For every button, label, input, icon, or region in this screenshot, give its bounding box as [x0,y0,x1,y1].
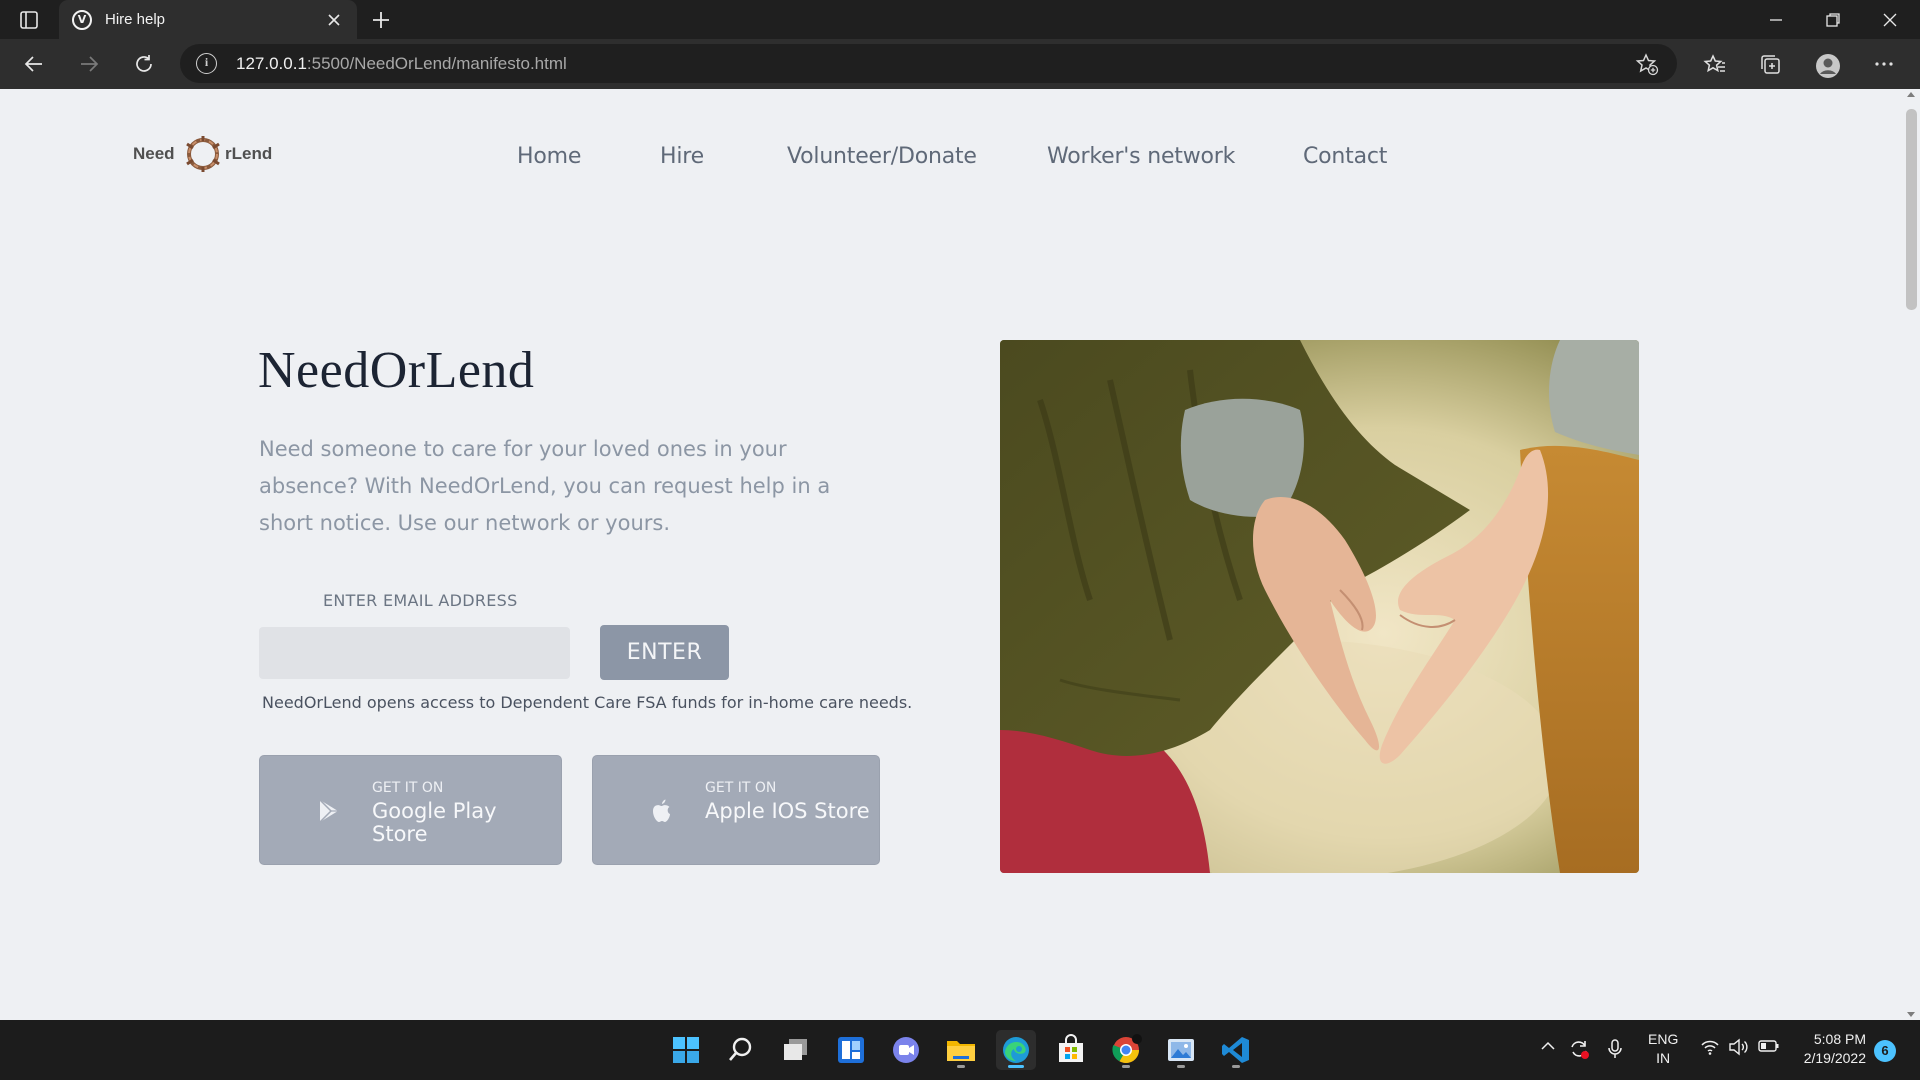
running-indicator [1008,1065,1024,1068]
add-favorite-icon[interactable] [1635,52,1659,81]
logo-text-need: Need [133,144,175,163]
sync-icon[interactable] [1568,1038,1590,1065]
store-small-text: GET IT ON [372,780,444,796]
teams-chat-icon[interactable] [886,1030,926,1070]
fsa-note: NeedOrLend opens access to Dependent Car… [262,693,913,712]
clock-time: 5:08 PM [1813,1031,1866,1047]
apple-icon [653,799,670,822]
running-indicator [1122,1065,1130,1068]
search-icon[interactable] [721,1030,761,1070]
chrome-icon[interactable] [1106,1030,1146,1070]
email-input[interactable] [259,627,570,679]
vscode-icon[interactable] [1216,1030,1256,1070]
new-tab-icon[interactable] [369,8,393,32]
page-viewport: Need rLend Home Hire Volunteer/Donate Wo… [0,89,1920,1020]
close-tab-icon[interactable] [323,9,345,31]
photos-app-icon[interactable] [1161,1030,1201,1070]
scroll-thumb[interactable] [1906,109,1917,310]
nav-hire[interactable]: Hire [660,144,704,169]
show-hidden-icons-icon[interactable] [1540,1038,1556,1059]
browser-toolbar: i 127.0.0.1:5500/NeedOrLend/manifesto.ht… [0,39,1920,89]
tab-actions-icon[interactable] [18,9,40,31]
task-view-icon[interactable] [776,1030,816,1070]
enter-button[interactable]: ENTER [600,625,729,680]
widgets-icon[interactable] [831,1030,871,1070]
play-icon [319,799,338,823]
scroll-up-arrow-icon[interactable] [1907,92,1915,97]
url-text: 127.0.0.1:5500/NeedOrLend/manifesto.html [236,54,567,73]
forward-icon [73,49,105,79]
browser-tab[interactable]: V Hire help [59,0,357,39]
more-options-icon[interactable] [1868,49,1900,79]
favorites-icon[interactable] [1698,49,1730,79]
running-indicator [1232,1065,1240,1068]
restore-icon[interactable] [1805,0,1861,39]
store-small-text: GET IT ON [705,780,777,796]
nav-home[interactable]: Home [517,144,581,169]
google-play-button[interactable]: GET IT ON Google Play Store [259,755,562,865]
address-bar[interactable]: i 127.0.0.1:5500/NeedOrLend/manifesto.ht… [180,44,1677,83]
region-code: IN [1656,1050,1671,1066]
hero-title: NeedOrLend [258,342,535,399]
browser-tab-bar: V Hire help [0,0,1920,39]
store-name: Google Play Store [372,799,497,846]
tab-favicon-icon: V [72,10,92,30]
tab-title: Hire help [105,11,166,28]
email-label: ENTER EMAIL ADDRESS [323,591,518,610]
microphone-icon[interactable] [1606,1038,1624,1065]
nav-contact[interactable]: Contact [1303,144,1387,169]
battery-icon[interactable] [1758,1038,1780,1059]
nav-workers-network[interactable]: Worker's network [1047,144,1235,169]
back-icon[interactable] [18,49,50,79]
nav-volunteer-donate[interactable]: Volunteer/Donate [787,144,977,169]
notification-count-badge[interactable]: 6 [1874,1040,1896,1062]
scroll-down-arrow-icon[interactable] [1907,1012,1915,1017]
clock-date: 2/19/2022 [1803,1050,1866,1066]
microsoft-store-icon[interactable] [1051,1030,1091,1070]
apple-store-button[interactable]: GET IT ON Apple IOS Store [592,755,880,865]
site-logo[interactable]: Need rLend [133,134,283,174]
hero-description: Need someone to care for your loved ones… [259,437,831,535]
start-windows-icon[interactable] [666,1030,706,1070]
minimize-icon[interactable] [1748,0,1804,39]
wifi-icon[interactable] [1700,1038,1720,1061]
windows-taskbar: ENG IN 5:08 PM 2/19/2022 6 [0,1020,1920,1080]
hero-image-heart-hands [1000,340,1639,873]
logo-text-rlend: rLend [225,144,273,163]
running-indicator [1177,1065,1185,1068]
running-indicator [957,1065,965,1068]
store-name: Apple IOS Store [705,799,870,823]
refresh-icon[interactable] [128,49,160,79]
collections-icon[interactable] [1754,49,1786,79]
profile-avatar-icon[interactable] [1810,49,1842,79]
file-explorer-icon[interactable] [941,1030,981,1070]
input-language-indicator[interactable]: ENG IN [1648,1030,1678,1068]
page-scrollbar[interactable] [1902,89,1920,1020]
logo-hands-icon [186,136,220,172]
close-window-icon[interactable] [1862,0,1918,39]
system-clock[interactable]: 5:08 PM 2/19/2022 [1790,1030,1866,1068]
edge-browser-icon[interactable] [996,1030,1036,1070]
site-info-icon[interactable]: i [196,53,217,74]
language-code: ENG [1648,1031,1679,1047]
volume-icon[interactable] [1728,1038,1750,1061]
